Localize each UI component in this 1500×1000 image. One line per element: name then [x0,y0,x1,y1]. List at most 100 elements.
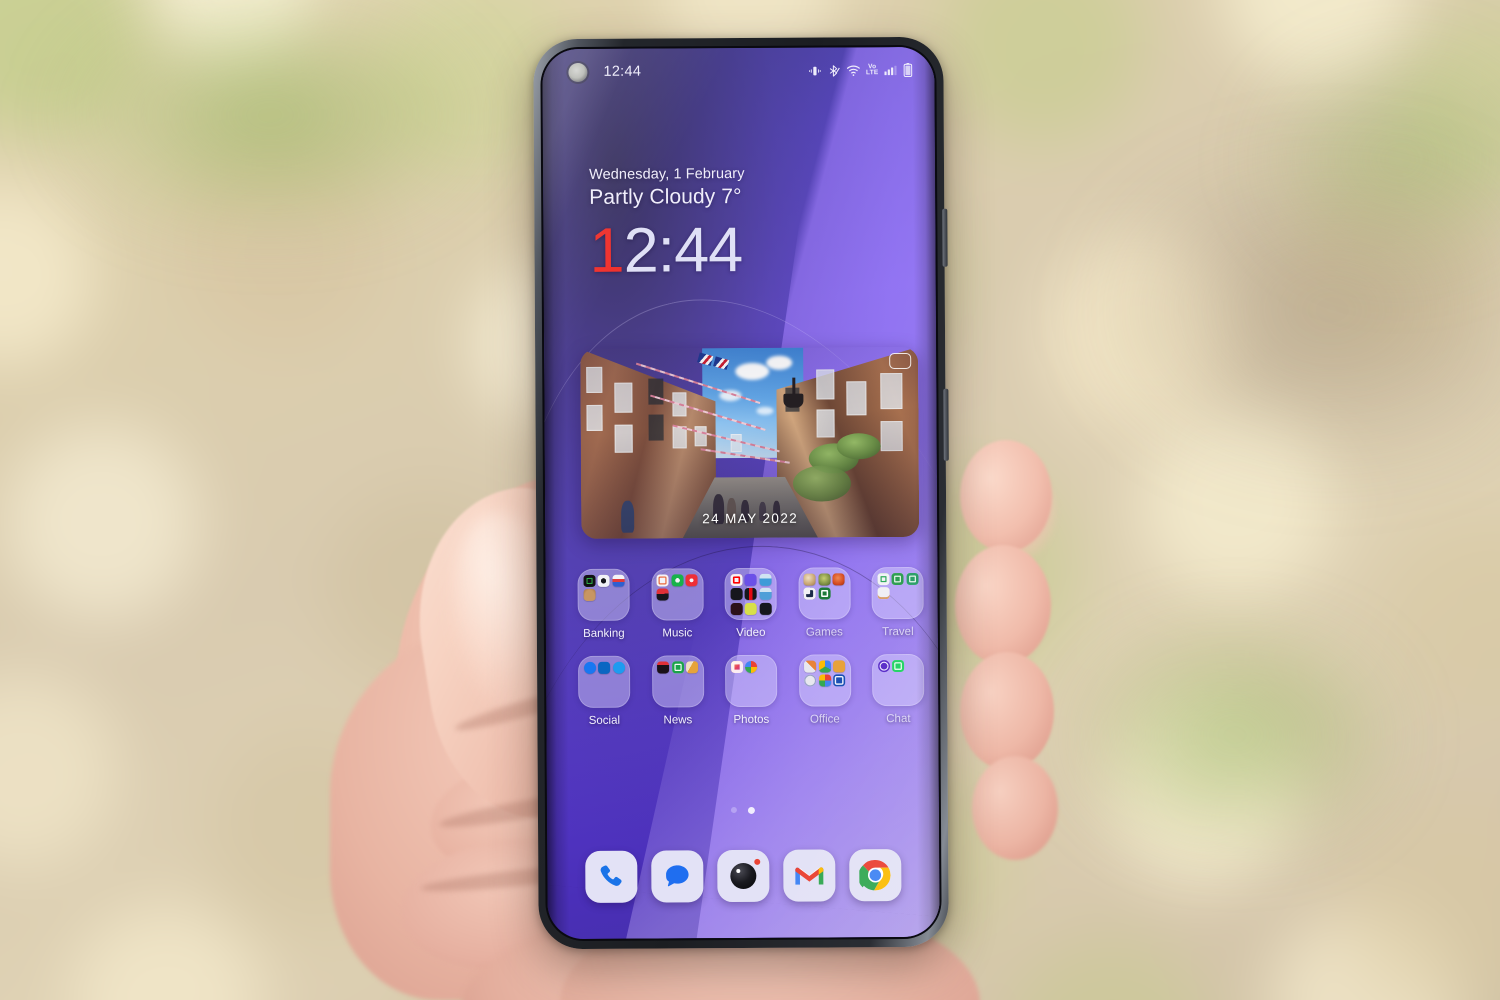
fingertip [972,756,1058,860]
folder-photos[interactable]: Photos [721,654,781,726]
folder-app-icon [817,572,831,586]
folder-app-icon [656,573,669,587]
folder-video[interactable]: Video [720,567,780,639]
folder-icon-photos[interactable] [724,654,778,708]
folder-app-icon [671,660,684,673]
screen-edge-right [912,46,940,937]
folder-app-icon [818,674,831,687]
fingertip [960,652,1054,770]
folder-banking[interactable]: Banking [573,568,633,640]
page-dot[interactable] [730,807,737,814]
clock-accent-digit: 1 [589,215,624,286]
folder-app-icon [745,660,758,673]
folder-app-icon [670,573,684,586]
folder-app-icon [730,602,743,615]
chrome-app-icon[interactable] [849,849,902,902]
folder-app-icon [656,588,669,601]
status-bar-icons: Vo LTE [808,62,913,78]
bluetooth-icon [829,64,840,77]
folder-app-icon [729,573,743,586]
folder-label: Music [662,627,693,640]
app-row: Banking Music Video Games Travel [573,566,927,640]
folder-app-icon [833,659,846,672]
status-bar-left: 12:44 [568,62,642,82]
photo-memories-widget[interactable]: 24 MAY 2022 [580,346,920,539]
app-row: Social News Photos Office Chat [574,653,928,727]
folder-label: News [663,714,693,727]
gmail-app-icon[interactable] [783,849,836,902]
power-button[interactable] [942,208,948,267]
folder-icon-social[interactable] [577,655,631,708]
fingertip [960,440,1052,552]
folder-icon-games[interactable] [797,567,851,620]
folder-app-icon [803,587,816,600]
folder-app-icon [891,572,904,585]
fingertip [955,545,1051,665]
gmail-envelope-icon [795,867,824,885]
wifi-icon [846,65,860,76]
folder-app-icon [583,661,596,674]
folder-app-icon [612,661,625,674]
folder-games[interactable]: Games [794,567,854,639]
folder-app-icon [877,587,890,600]
folder-news[interactable]: News [647,655,707,726]
folder-app-icon [657,660,670,674]
folder-icon-news[interactable] [651,655,704,708]
clock-weather-widget[interactable]: Wednesday, 1 February Partly Cloudy 7° 1… [589,165,745,286]
folder-app-icon [758,573,772,586]
photo-widget-badge-icon [889,352,912,370]
folder-icon-office[interactable] [798,654,851,707]
phone-app-icon[interactable] [585,850,638,903]
folder-label: Banking [583,627,625,640]
battery-icon [903,62,913,77]
folder-label: Chat [886,712,911,726]
folder-app-icon [686,660,699,673]
folder-label: Office [809,713,840,726]
folder-app-icon [833,674,846,687]
folder-music[interactable]: Music [647,568,707,639]
page-dot-active[interactable] [747,806,755,814]
vibrate-icon [808,66,821,75]
volume-button[interactable] [943,388,949,461]
phone-body: 12:44 Vo LTE Wednesday, 1 February Partl… [533,36,949,950]
folder-app-icon [730,660,743,673]
folder-app-icon [759,587,772,600]
camera-shutter-dot [754,858,761,865]
folder-app-icon [818,659,831,673]
widget-clock: 12:44 [589,214,745,286]
phone-handset-icon [600,865,622,886]
folder-app-icon [804,660,817,673]
folder-app-icon [744,587,757,600]
clock-digits: 2:44 [623,214,743,286]
widget-weather: Partly Cloudy 7° [589,184,742,209]
photo-widget-caption: 24 MAY 2022 [702,510,799,527]
folder-icon-banking[interactable] [577,568,630,621]
status-bar-clock: 12:44 [603,63,642,80]
folder-app-icon [582,574,596,587]
status-bar[interactable]: 12:44 Vo LTE [542,47,934,95]
folder-app-icon [759,602,772,615]
phone-screen[interactable]: 12:44 Vo LTE Wednesday, 1 February Partl… [542,46,940,940]
folder-app-icon [730,587,743,601]
camera-lens-highlight [736,869,741,874]
folder-app-icon [611,574,625,587]
folder-app-icon [744,602,757,615]
widget-date: Wednesday, 1 February [589,165,745,183]
folder-office[interactable]: Office [794,654,854,726]
folder-label: Games [805,626,843,639]
front-camera-punch-hole [568,62,588,82]
folder-icon-music[interactable] [650,568,704,621]
folder-app-icon [876,572,890,585]
folder-app-icon [832,572,845,585]
folder-label: Travel [882,625,914,639]
folder-app-icon [597,574,610,587]
folder-app-icon [804,674,817,687]
folder-icon-video[interactable] [724,567,777,621]
folder-social[interactable]: Social [574,655,634,727]
volte-icon: Vo LTE [866,62,879,77]
folder-app-icon [803,573,816,586]
folder-label: Social [588,714,621,727]
camera-app-icon[interactable] [717,849,770,903]
messages-app-icon[interactable] [651,850,704,903]
folder-app-icon [818,587,831,600]
